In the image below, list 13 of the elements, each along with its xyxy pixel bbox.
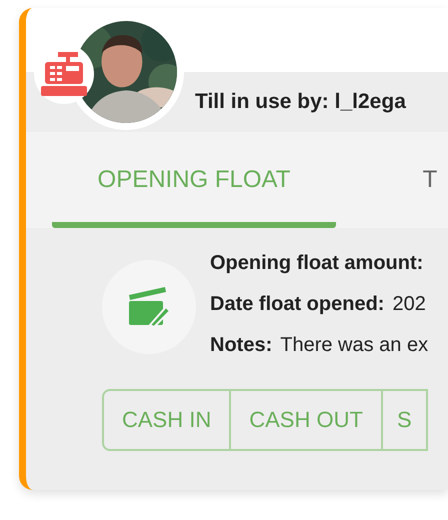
detail-value: 202 <box>392 293 426 316</box>
action-button[interactable]: S <box>382 389 428 451</box>
till-user-label: Till in use by: l_l2ega <box>195 90 406 114</box>
action-button[interactable]: CASH IN <box>102 389 232 451</box>
cash-register-icon <box>41 52 87 96</box>
detail-label: Opening float amount: <box>210 252 424 275</box>
tab[interactable]: T <box>420 132 440 228</box>
clapperboard-edit-icon <box>128 286 170 326</box>
action-button[interactable]: CASH OUT <box>231 389 383 451</box>
tab[interactable]: OPENING FLOAT <box>52 132 336 228</box>
detail-label: Notes: <box>210 334 272 357</box>
detail-label: Date float opened: <box>210 293 384 316</box>
detail-value: There was an ex <box>280 334 428 357</box>
